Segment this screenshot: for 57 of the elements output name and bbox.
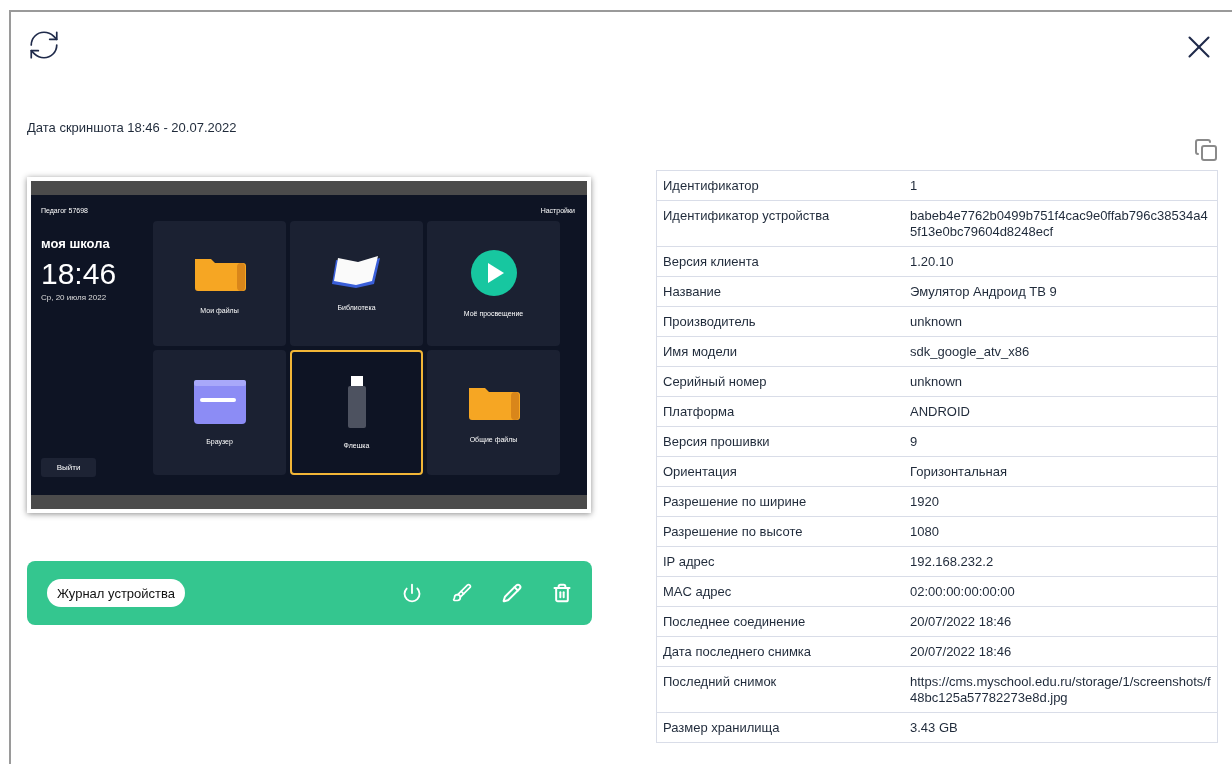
refresh-icon [27, 28, 61, 62]
field-label: IP адрес [662, 553, 716, 571]
device-log-button[interactable]: Журнал устройства [47, 579, 186, 607]
field-value: unknown [909, 313, 964, 331]
field-label: Дата последнего снимка [662, 643, 813, 661]
field-value: 1.20.10 [909, 253, 955, 271]
play-icon [470, 250, 517, 296]
field-value: Горизонтальная [909, 463, 1008, 481]
power-icon [402, 583, 422, 603]
trash-icon [552, 583, 572, 603]
delete-button[interactable] [552, 583, 572, 603]
field-value: 1080 [909, 523, 940, 541]
field-value: 192.168.232.2 [909, 553, 995, 571]
field-label: Платформа [662, 403, 736, 421]
copy-icon [1194, 138, 1218, 162]
field-value: Эмулятор Андроид ТВ 9 [909, 283, 1058, 301]
field-value: 20/07/2022 18:46 [909, 613, 1013, 631]
field-value: sdk_google_atv_x86 [909, 343, 1031, 361]
refresh-button[interactable] [27, 28, 61, 62]
pencil-icon [502, 583, 522, 603]
usb-stick-icon [345, 376, 368, 428]
copy-button[interactable] [1194, 138, 1218, 164]
field-label: Последнее соединение [662, 613, 807, 631]
field-label: Идентификатор устройства [662, 207, 831, 225]
field-label: Имя модели [662, 343, 739, 361]
field-label: Размер хранилища [662, 719, 781, 737]
logout-button[interactable]: Выйти [41, 458, 96, 477]
field-value: babeb4e7762b0499b751f4cac9e0ffab796c38534a45f13e0bc79604d8248ecf [909, 207, 1209, 241]
edit-button[interactable] [502, 583, 522, 603]
field-label: Производитель [662, 313, 757, 331]
field-label: Разрешение по высоте [662, 523, 804, 541]
field-value: 20/07/2022 18:46 [909, 643, 1013, 661]
field-value: ANDROID [909, 403, 971, 421]
browser-window-icon [193, 380, 246, 424]
clock-time: 18:46 [41, 257, 118, 291]
field-value: 3.43 GB [909, 719, 959, 737]
clock-date: Ср, 20 июля 2022 [41, 293, 108, 302]
field-value: unknown [909, 373, 964, 391]
power-button[interactable] [402, 583, 422, 603]
brush-button[interactable] [452, 583, 472, 603]
field-value: 9 [909, 433, 919, 451]
field-label: Серийный номер [662, 373, 768, 391]
field-label: Идентификатор [662, 177, 760, 195]
field-value: 1 [909, 177, 919, 195]
field-label: Версия прошивки [662, 433, 771, 451]
field-label: Разрешение по ширине [662, 493, 808, 511]
field-value: https://cms.myschool.edu.ru/storage/1/screenshots/f48bc125a57782273e8d.jpg [909, 673, 1212, 707]
field-label: Версия клиента [662, 253, 760, 271]
screenshot-date: Дата скриншота 18:46 - 20.07.2022 [27, 120, 238, 135]
field-label: MAC адрес [662, 583, 733, 601]
field-label: Название [662, 283, 723, 301]
field-value: 02:00:00:00:00:00 [909, 583, 1016, 601]
field-value: 1920 [909, 493, 940, 511]
field-label: Последний снимок [662, 673, 778, 691]
brush-icon [452, 583, 472, 603]
school-name: моя школа [41, 236, 111, 251]
field-label: Ориентация [662, 463, 738, 481]
